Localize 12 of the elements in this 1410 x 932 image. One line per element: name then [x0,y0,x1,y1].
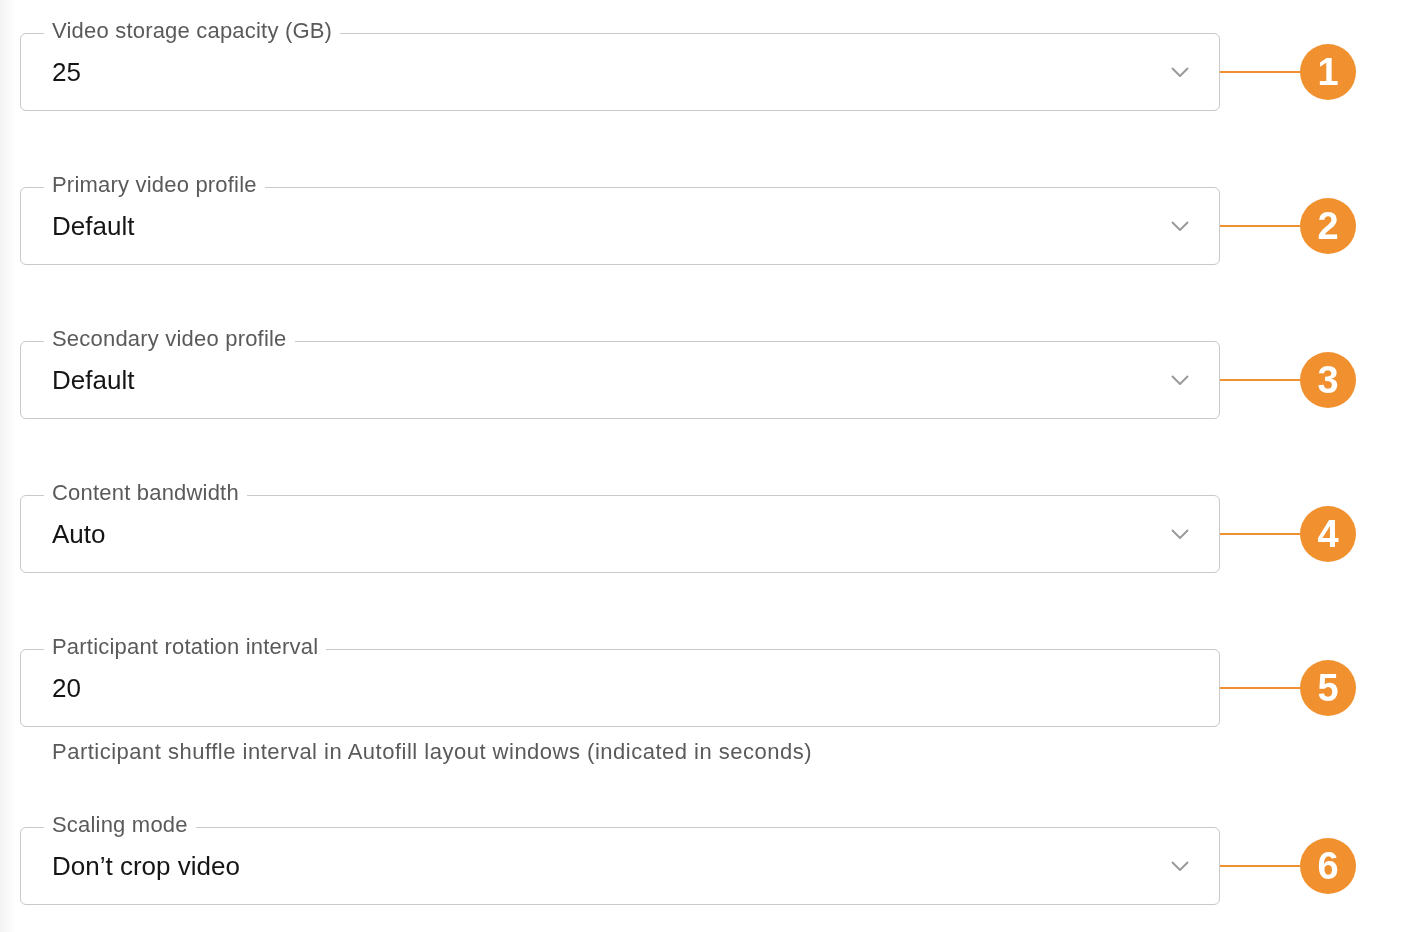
callout-number: 6 [1300,838,1356,894]
callout-number: 5 [1300,660,1356,716]
helper-text: Participant shuffle interval in Autofill layout windows (indicated in seconds) [52,739,814,765]
callout-number: 4 [1300,506,1356,562]
callout-number: 3 [1300,352,1356,408]
callout-number: 2 [1300,198,1356,254]
chevron-down-icon [1171,221,1189,231]
chevron-down-icon [1171,529,1189,539]
chevron-down-icon [1171,861,1189,871]
callout-number: 1 [1300,44,1356,100]
chevron-down-icon [1171,375,1189,385]
chevron-down-icon [1171,67,1189,77]
